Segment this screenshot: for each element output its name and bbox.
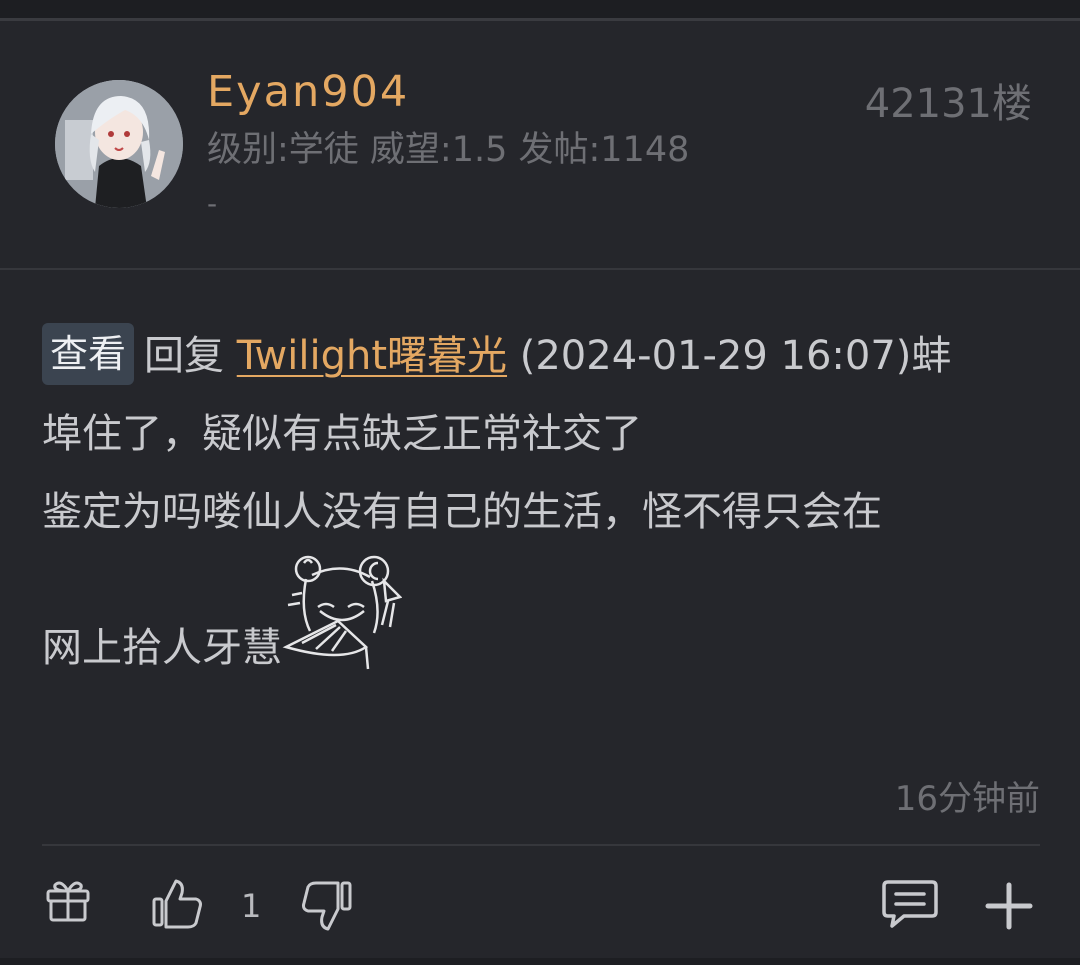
view-button[interactable]: 查看 <box>42 323 135 385</box>
header-divider <box>0 268 1080 270</box>
body-line-4-text: 网上拾人牙慧 <box>42 625 282 671</box>
reply-line: 查看 回复 Twilight曙暮光 (2024-01-29 16:07)蚌 <box>42 317 1042 395</box>
thumbs-down-icon[interactable] <box>300 881 352 933</box>
body-line-4: 网上拾人牙慧 <box>42 551 1042 687</box>
user-meta: 级别:学徒 威望:1.5 发帖:1148 <box>207 130 690 170</box>
post-body: 查看 回复 Twilight曙暮光 (2024-01-29 16:07)蚌 埠住了… <box>42 317 1042 687</box>
body-line-3: 鉴定为吗喽仙人没有自己的生活，怪不得只会在 <box>42 489 882 535</box>
body-line-2: 埠住了，疑似有点缺乏正常社交了 <box>42 411 642 457</box>
comment-icon[interactable] <box>882 878 938 930</box>
username[interactable]: Eyan904 <box>207 67 409 117</box>
line1-tail: 蚌 <box>911 333 952 379</box>
floor-number: 42131楼 <box>864 81 1032 127</box>
like-count: 1 <box>241 887 262 925</box>
reply-time: (2024-01-29 16:07) <box>519 333 912 379</box>
gift-icon[interactable] <box>45 877 91 923</box>
plus-icon[interactable] <box>984 881 1034 931</box>
mention-link[interactable]: Twilight曙暮光 <box>237 333 507 379</box>
avatar[interactable] <box>55 80 183 208</box>
post-time: 16分钟前 <box>894 779 1040 819</box>
reply-prefix: 回复 <box>144 333 225 379</box>
signature: - <box>207 187 218 220</box>
footer-divider <box>42 844 1040 846</box>
post-card: Eyan904 42131楼 级别:学徒 威望:1.5 发帖:1148 - 查看… <box>0 18 1080 958</box>
thumbs-up-icon[interactable] <box>152 877 204 929</box>
sticker-emoji <box>282 551 403 671</box>
